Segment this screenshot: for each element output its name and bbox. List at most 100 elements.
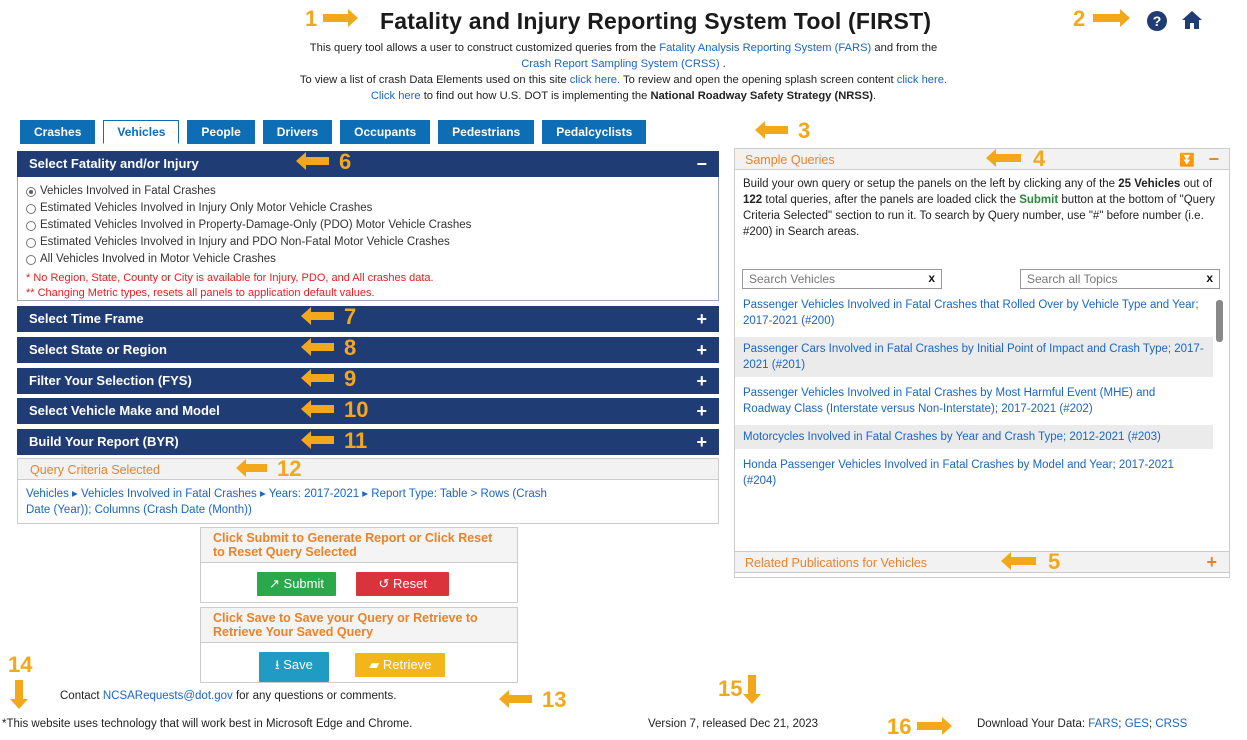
topic-tabs: Crashes Vehicles People Drivers Occupant… [20,120,647,144]
sample-queries-header[interactable]: Sample Queries ⏬ − [734,148,1230,170]
radio-icon[interactable] [26,237,36,248]
search-all-topics-input[interactable]: Search all Topics x [1020,269,1220,289]
radio-option-all[interactable]: All Vehicles Involved in Motor Vehicle C… [26,251,710,268]
download-ges-link[interactable]: GES [1125,718,1149,730]
contact-email-link[interactable]: NCSARequests@dot.gov [103,690,233,702]
callout-12: 12 [236,456,301,482]
sample-query-item[interactable]: Passenger Cars Involved in Fatal Crashes… [735,337,1213,377]
arrow-right-icon [917,717,953,735]
download-crss-link[interactable]: CRSS [1155,718,1187,730]
search-placeholder: Search Vehicles [749,272,836,286]
callout-16: 16 [887,714,953,740]
crss-link[interactable]: Crash Report Sampling System (CRSS) [521,58,719,70]
fars-link[interactable]: Fatality Analysis Reporting System (FARS… [659,42,871,54]
callout-1: 1 [305,6,359,32]
arrow-right-icon [323,9,359,27]
folder-icon: ▰ [369,657,380,672]
radio-icon[interactable] [26,254,36,265]
query-criteria-header: Query Criteria Selected [17,458,719,480]
radio-selected-icon[interactable] [26,186,36,197]
download-data: Download Your Data: FARS; GES; CRSS [977,718,1188,730]
save-button[interactable]: ⭳ Save [259,652,329,682]
callout-11: 11 [301,428,367,454]
collapse-icon[interactable]: − [696,151,707,177]
radio-icon[interactable] [26,220,36,231]
tab-drivers[interactable]: Drivers [262,120,333,144]
arrow-left-icon [296,152,329,170]
expand-icon[interactable]: + [696,429,707,455]
expand-icon[interactable]: + [1206,551,1217,573]
expand-icon[interactable]: + [696,398,707,424]
clear-search-icon[interactable]: x [928,271,935,285]
collapse-icon[interactable]: − [1208,148,1219,170]
arrow-left-icon [301,400,334,418]
tab-pedestrians[interactable]: Pedestrians [438,120,535,144]
contact-line: Contact NCSARequests@dot.gov for any que… [60,690,397,702]
sample-query-item[interactable]: Passenger Vehicles Involved in Fatal Cra… [735,381,1213,421]
svg-text:?: ? [1153,13,1162,29]
related-publications-title: Related Publications for Vehicles [745,556,928,570]
nrss-link[interactable]: Click here [371,90,421,102]
reset-button[interactable]: ↺ Reset [356,572,449,596]
callout-2: 2 [1073,6,1131,32]
page-title: Fatality and Injury Reporting System Too… [380,8,932,34]
save-retrieve-instructions: Click Save to Save your Query or Retriev… [201,608,517,643]
arrow-left-icon [301,369,334,387]
data-elements-link[interactable]: click here. [570,74,620,86]
callout-7: 7 [301,304,356,330]
note-metric: ** Changing Metric types, resets all pan… [26,287,375,299]
radio-option-injury-pdo[interactable]: Estimated Vehicles Involved in Injury an… [26,234,710,251]
query-criteria-line: Vehicles ▸ Vehicles Involved in Fatal Cr… [26,488,547,500]
scrollbar-thumb[interactable] [1216,300,1223,342]
fatality-panel-header[interactable]: Select Fatality and/or Injury − [17,151,719,177]
sample-query-list: Passenger Vehicles Involved in Fatal Cra… [735,293,1213,493]
related-publications-header[interactable]: Related Publications for Vehicles + [734,551,1230,573]
query-criteria-body: Vehicles ▸ Vehicles Involved in Fatal Cr… [17,480,719,524]
callout-3: 3 [755,118,810,144]
tab-vehicles[interactable]: Vehicles [103,120,180,144]
tab-people[interactable]: People [187,120,255,144]
panel-state-region[interactable]: Select State or Region + [17,337,719,363]
tab-pedalcyclists[interactable]: Pedalcyclists [542,120,647,144]
radio-option-fatal[interactable]: Vehicles Involved in Fatal Crashes [26,183,710,200]
help-circle-icon[interactable]: ? [1146,10,1168,37]
arrow-left-icon [986,149,1021,167]
sample-query-item[interactable]: Motorcycles Involved in Fatal Crashes by… [735,425,1213,449]
search-vehicles-input[interactable]: Search Vehicles x [742,269,942,289]
sample-query-item[interactable]: Honda Passenger Vehicles Involved in Fat… [735,453,1213,493]
tab-occupants[interactable]: Occupants [340,120,431,144]
arrow-left-icon [236,459,267,477]
arrow-left-icon [499,690,532,708]
save-retrieve-box: Click Save to Save your Query or Retriev… [200,607,518,683]
arrow-left-icon [1001,552,1036,570]
expand-icon[interactable]: + [696,306,707,332]
callout-9: 9 [301,366,356,392]
version-link[interactable]: Version 7, released Dec 21, 2023 [648,718,818,730]
radio-option-injury[interactable]: Estimated Vehicles Involved in Injury On… [26,200,710,217]
home-icon[interactable] [1180,9,1204,36]
arrow-right-icon [1093,9,1131,27]
fatality-panel-title: Select Fatality and/or Injury [29,156,199,171]
panel-build-report[interactable]: Build Your Report (BYR) + [17,429,719,455]
clear-search-icon[interactable]: x [1206,271,1213,285]
share-icon: ↗ [269,576,280,591]
panel-filter-selection[interactable]: Filter Your Selection (FYS) + [17,368,719,394]
browser-note: *This website uses technology that will … [2,718,413,730]
submit-button[interactable]: ↗ Submit [257,572,336,596]
note-region: * No Region, State, County or City is av… [26,272,434,284]
panel-title: Build Your Report (BYR) [29,434,179,449]
expand-icon[interactable]: + [696,337,707,363]
splash-link[interactable]: click here. [897,74,947,86]
radio-icon[interactable] [26,203,36,214]
panel-time-frame[interactable]: Select Time Frame + [17,306,719,332]
tab-crashes[interactable]: Crashes [20,120,96,144]
radio-option-pdo[interactable]: Estimated Vehicles Involved in Property-… [26,217,710,234]
search-placeholder: Search all Topics [1027,272,1118,286]
sample-query-item[interactable]: Passenger Vehicles Involved in Fatal Cra… [735,293,1213,333]
arrow-down-icon [10,680,28,709]
retrieve-button[interactable]: ▰ Retrieve [355,653,446,677]
expand-icon[interactable]: + [696,368,707,394]
chevron-double-down-icon[interactable]: ⏬ [1179,149,1195,171]
download-fars-link[interactable]: FARS [1088,718,1118,730]
panel-title: Select State or Region [29,342,167,357]
